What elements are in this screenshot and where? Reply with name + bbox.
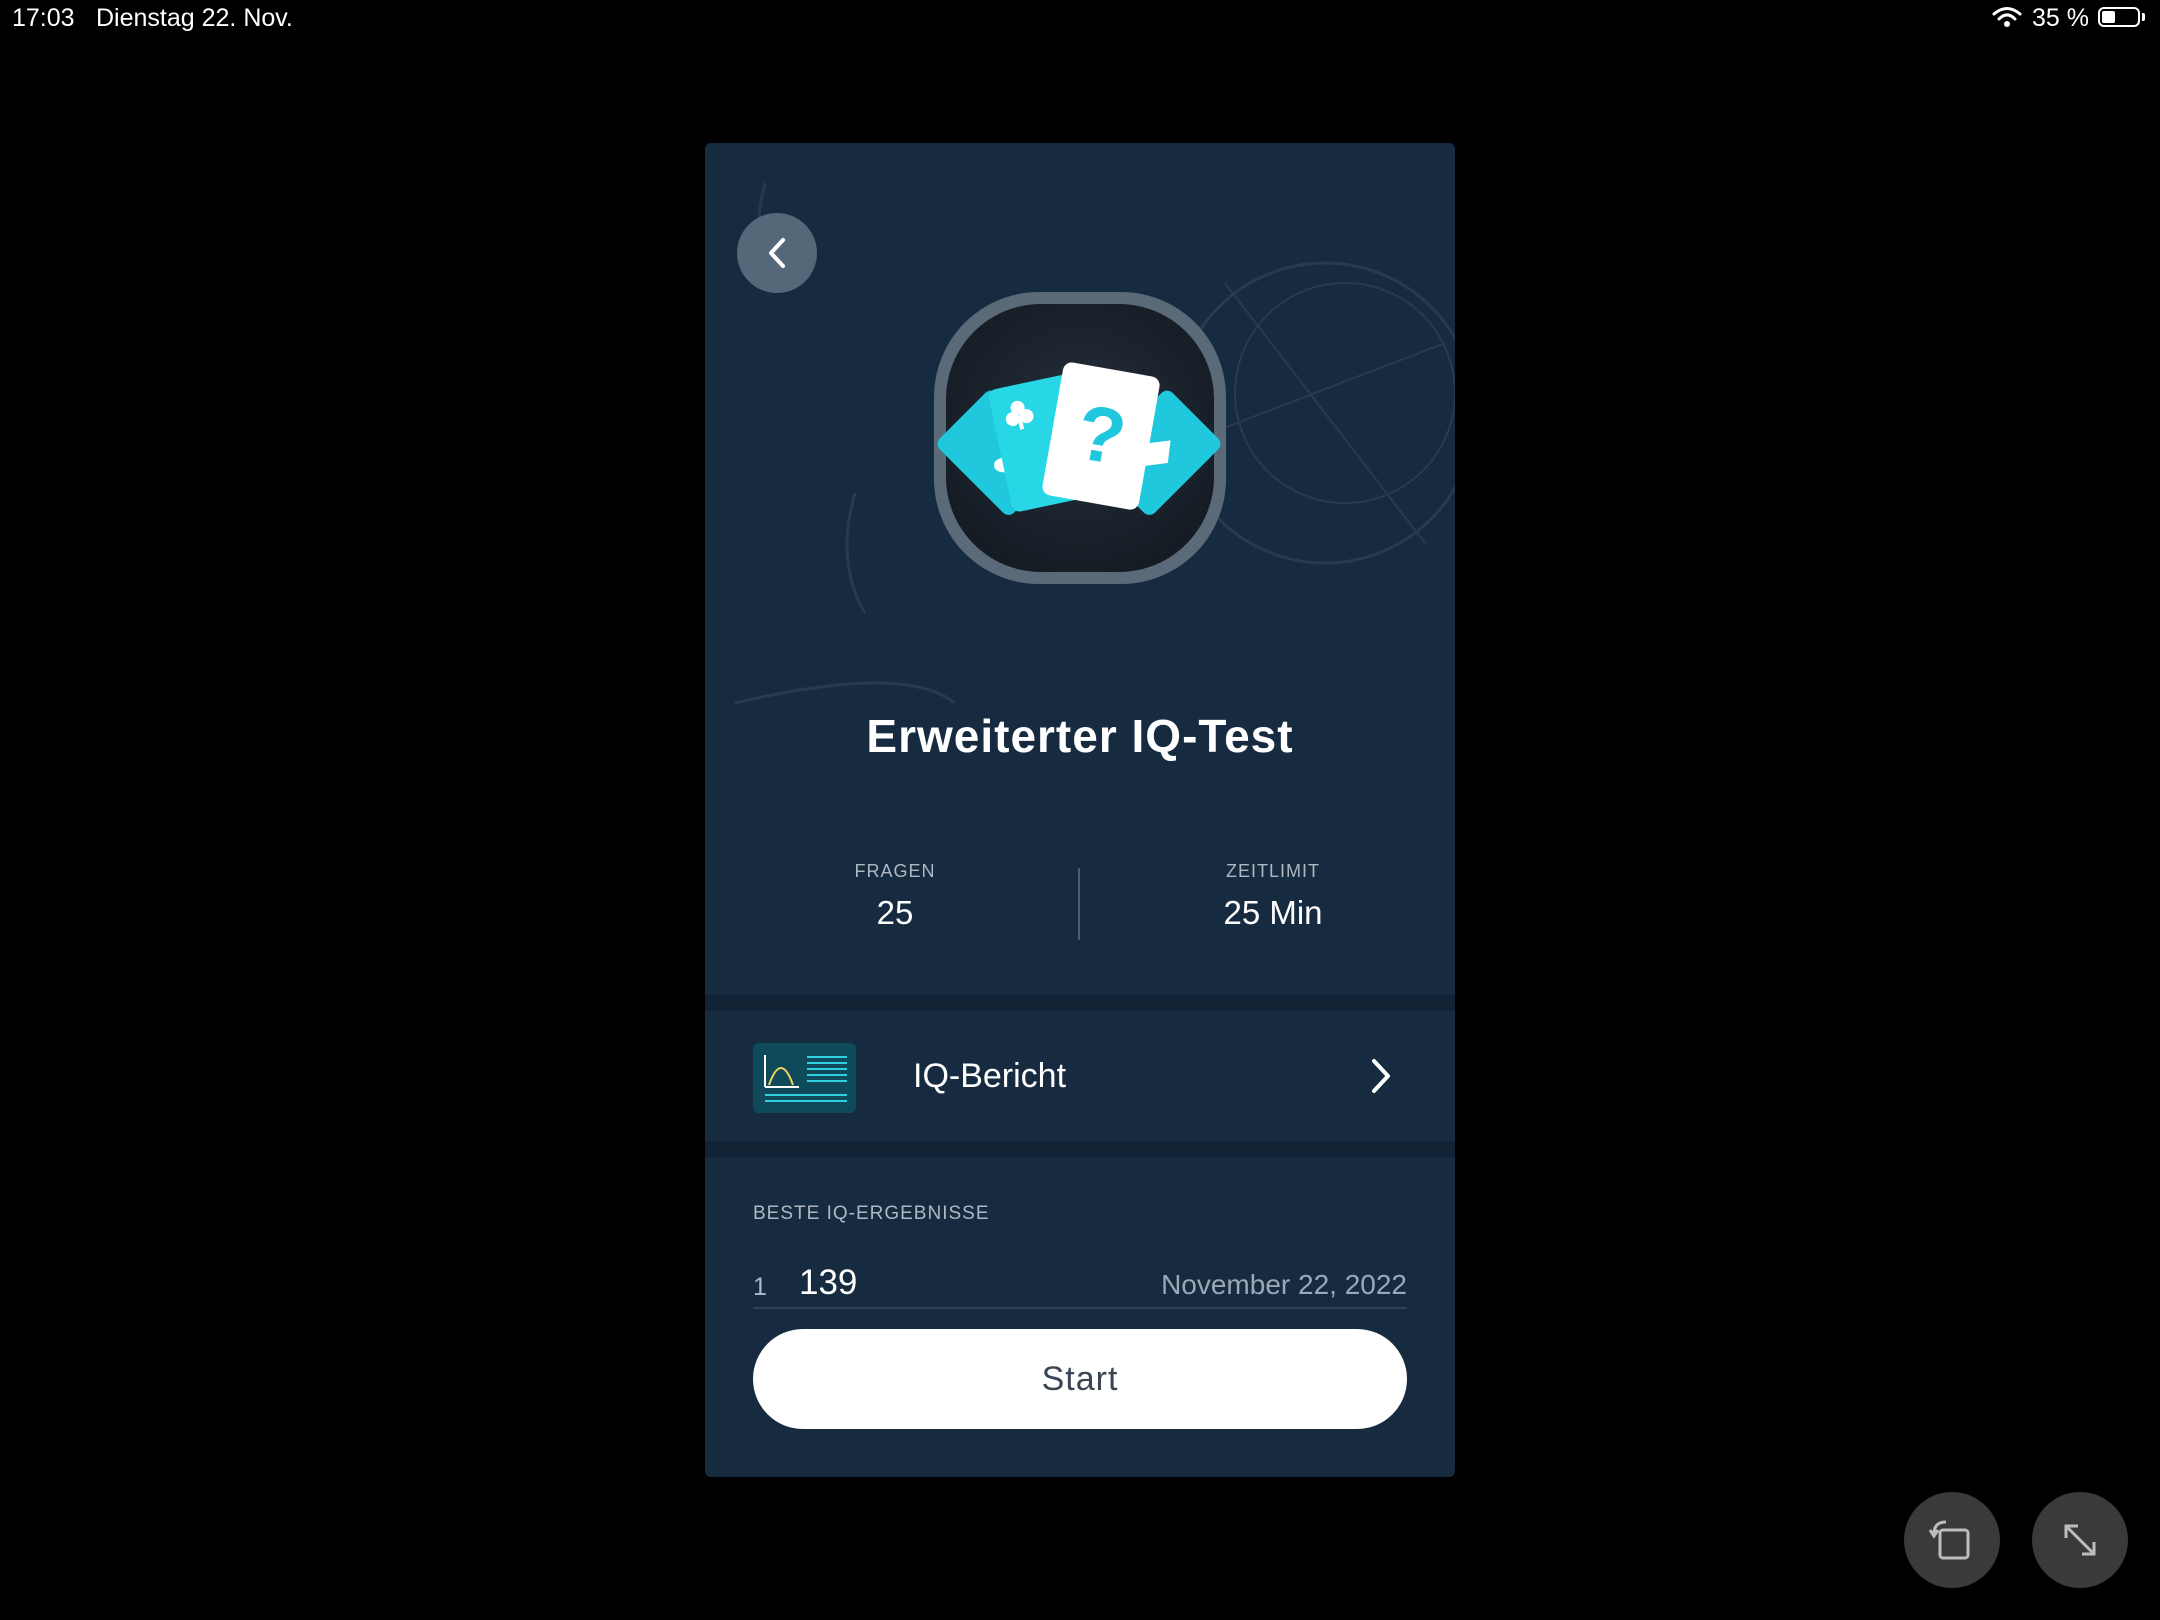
wifi-icon: [1992, 6, 2022, 33]
timelimit-value: 25 Min: [1223, 894, 1323, 931]
status-bar: 17:03 Dienstag 22. Nov. 35 %: [0, 0, 2160, 40]
iq-report-row[interactable]: IQ-Bericht: [705, 1011, 1455, 1141]
status-date: Dienstag 22. Nov.: [96, 4, 293, 32]
divider: [705, 1141, 1455, 1157]
result-row: 1 139 November 22, 2022: [753, 1247, 1407, 1309]
report-chart-icon: [753, 1043, 856, 1113]
report-label: IQ-Bericht: [913, 1057, 1067, 1095]
best-results-label: BESTE IQ-ERGEBNISSE: [753, 1203, 990, 1224]
stat-divider: [1078, 868, 1080, 940]
expand-icon: [2064, 1524, 2096, 1556]
rotate-screen-icon: [1928, 1520, 1970, 1560]
rotate-button[interactable]: [1904, 1492, 2000, 1588]
chevron-right-icon: [1372, 1059, 1390, 1093]
questions-value: 25: [876, 894, 914, 931]
timelimit-stat: ZEITLIMIT 25 Min: [1133, 861, 1413, 932]
page-title: Erweiterter IQ-Test: [866, 710, 1294, 762]
fullscreen-button[interactable]: [2032, 1492, 2128, 1588]
divider: [705, 995, 1455, 1011]
chevron-left-icon: [769, 238, 785, 268]
result-date: November 22, 2022: [1161, 1269, 1407, 1300]
status-time: 17:03: [12, 4, 75, 32]
battery-percent: 35 %: [2032, 4, 2089, 32]
questions-stat: FRAGEN 25: [755, 861, 1035, 932]
cards-question-icon: ?: [934, 292, 1226, 584]
back-button[interactable]: [737, 213, 817, 293]
test-card: ? Erweiterter IQ-Test FRAGEN 25 ZEITLIMI…: [705, 143, 1455, 1477]
battery-icon: [2098, 7, 2140, 27]
timelimit-label: ZEITLIMIT: [1226, 861, 1320, 881]
result-score: 139: [799, 1263, 858, 1302]
result-rank: 1: [753, 1273, 767, 1301]
start-button[interactable]: Start: [753, 1329, 1407, 1429]
questions-label: FRAGEN: [854, 861, 936, 881]
